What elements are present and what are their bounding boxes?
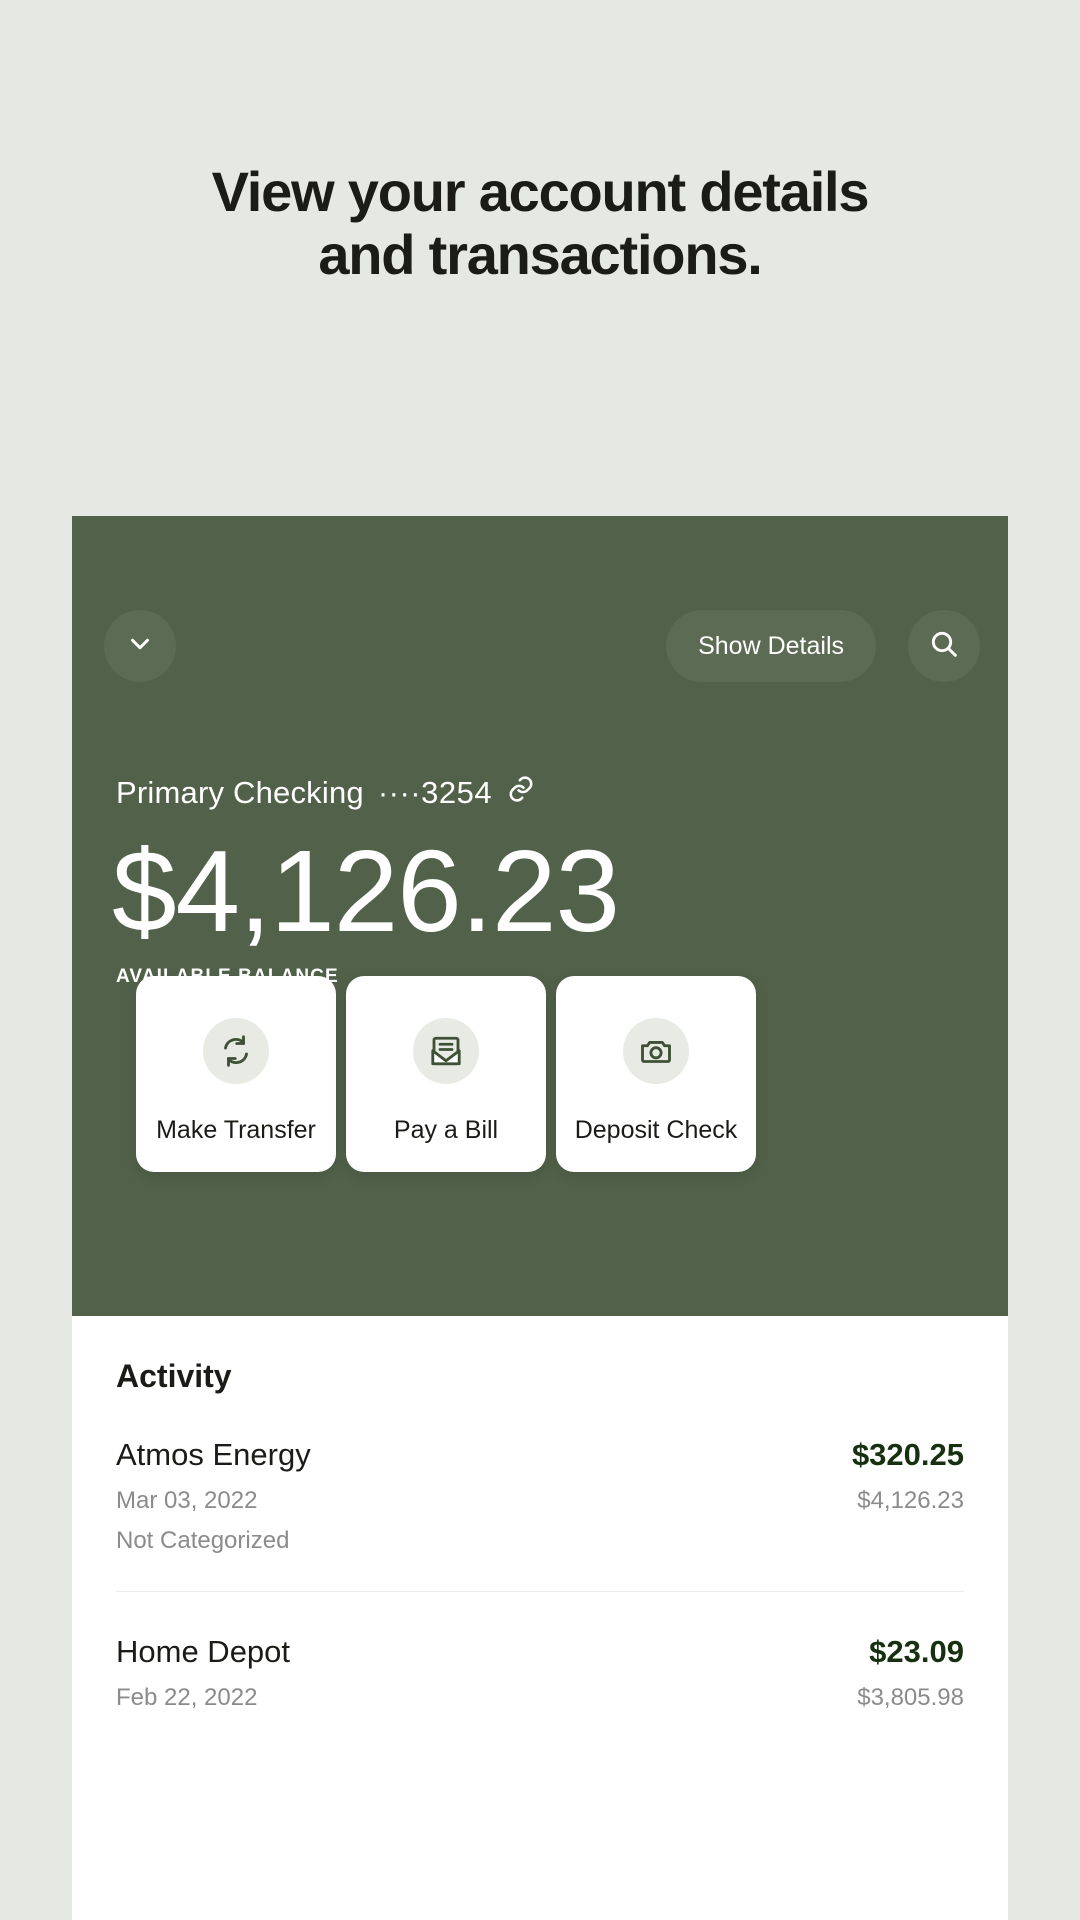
transaction-primary-row: Atmos Energy $320.25 — [116, 1437, 964, 1473]
activity-section: Activity Atmos Energy $320.25 Mar 03, 20… — [72, 1316, 1008, 1748]
available-balance-amount: $4,126.23 — [112, 826, 620, 956]
envelope-bill-icon — [413, 1018, 479, 1084]
page-title: View your account details and transactio… — [0, 160, 1080, 287]
account-panel-toolbar: Show Details — [72, 610, 1008, 682]
phone-mockup: Show Details Primary Checking ····3254 $… — [72, 516, 1008, 1920]
transaction-secondary-row: Mar 03, 2022 $4,126.23 — [116, 1487, 964, 1515]
page-title-line-2: and transactions. — [318, 223, 762, 287]
table-row[interactable]: Home Depot $23.09 Feb 22, 2022 $3,805.98 — [116, 1592, 964, 1748]
search-button[interactable] — [908, 610, 980, 682]
table-row[interactable]: Atmos Energy $320.25 Mar 03, 2022 $4,126… — [116, 1395, 964, 1592]
make-transfer-card[interactable]: Make Transfer — [136, 976, 336, 1172]
transaction-amount: $23.09 — [869, 1634, 964, 1669]
account-panel: Show Details Primary Checking ····3254 $… — [72, 516, 1008, 1316]
search-icon — [928, 628, 960, 665]
make-transfer-label: Make Transfer — [156, 1116, 316, 1144]
transaction-name: Atmos Energy — [116, 1437, 311, 1472]
transaction-name: Home Depot — [116, 1634, 291, 1669]
deposit-check-label: Deposit Check — [574, 1116, 738, 1144]
pay-a-bill-label: Pay a Bill — [393, 1116, 499, 1144]
quick-actions: Make Transfer Pay a Bill Deposit Check — [136, 976, 952, 1172]
transaction-category: Not Categorized — [116, 1527, 290, 1554]
transaction-secondary-row: Feb 22, 2022 $3,805.98 — [116, 1684, 964, 1712]
transaction-primary-row: Home Depot $23.09 — [116, 1634, 964, 1670]
transaction-date: Feb 22, 2022 — [116, 1684, 258, 1711]
transfer-sync-icon — [203, 1018, 269, 1084]
show-details-label: Show Details — [698, 631, 844, 660]
collapse-account-button[interactable] — [104, 610, 176, 682]
account-identity: Primary Checking ····3254 — [116, 774, 536, 812]
activity-heading: Activity — [116, 1358, 232, 1394]
transaction-date: Mar 03, 2022 — [116, 1487, 258, 1514]
chevron-down-icon — [125, 629, 155, 664]
deposit-check-card[interactable]: Deposit Check — [556, 976, 756, 1172]
page-title-line-1: View your account details — [211, 160, 870, 223]
account-mask: ····3254 — [377, 775, 493, 810]
account-name: Primary Checking — [116, 775, 364, 810]
transaction-running-balance: $3,805.98 — [857, 1684, 964, 1711]
transaction-amount: $320.25 — [851, 1437, 964, 1472]
camera-icon — [623, 1018, 689, 1084]
show-details-button[interactable]: Show Details — [666, 610, 876, 682]
link-icon — [506, 774, 536, 812]
transaction-running-balance: $4,126.23 — [857, 1487, 964, 1514]
pay-a-bill-card[interactable]: Pay a Bill — [346, 976, 546, 1172]
